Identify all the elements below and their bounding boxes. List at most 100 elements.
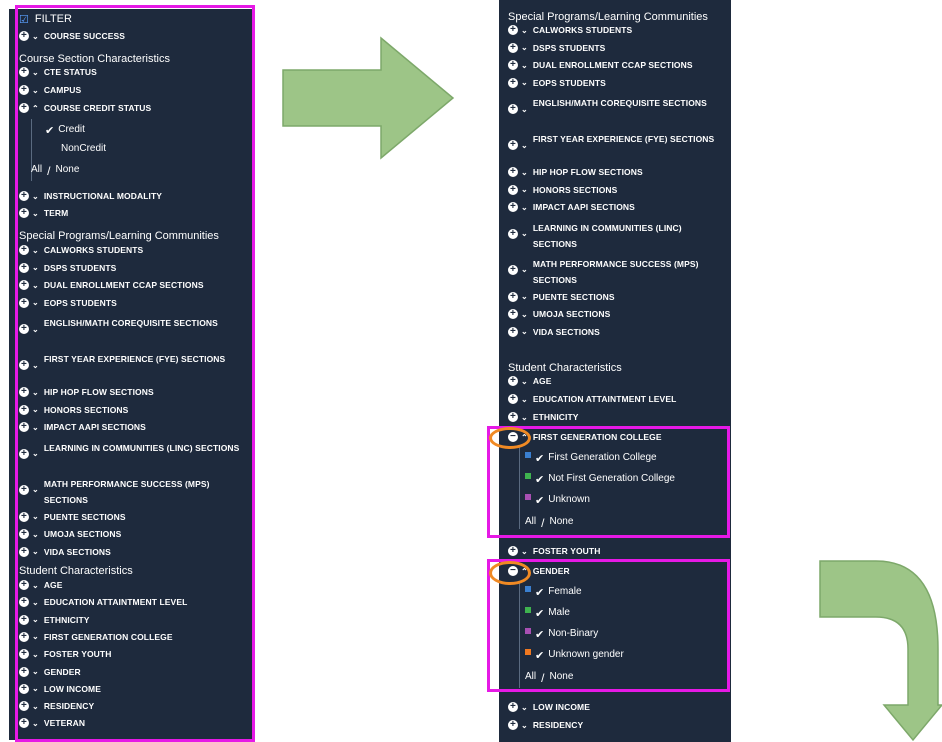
filter-header[interactable]: ☑ FILTER [19,13,253,26]
chevron-down-icon[interactable]: ⌄ [521,78,528,87]
filter-item-math-performance-success-mps-sections[interactable]: + ⌄ Math Performance Success (MPS) section… [19,476,249,508]
plus-icon[interactable]: + [508,104,518,114]
option-non-binary[interactable]: ✔ Non-Binary [525,628,731,641]
filter-item-math-performance-success-mps-sections[interactable]: + ⌄ Math Performance Success (MPS) section… [508,256,727,288]
plus-icon[interactable]: + [508,60,518,70]
filter-item-education-attaintment-level[interactable]: + ⌄ Education Attaintment Level [19,597,253,608]
chevron-down-icon[interactable]: ⌄ [521,203,528,212]
filter-item-puente-sections[interactable]: + ⌄ Puente sections [508,291,731,302]
plus-icon[interactable]: + [19,191,29,201]
filter-item-learning-in-communities-linc-sections[interactable]: + ⌄ Learning in Communities (LinC) section… [19,440,249,459]
filter-item-english-math-corequisite-sections[interactable]: + ⌄ English/Math Corequisite Sections [508,95,727,114]
plus-icon[interactable]: + [508,264,518,275]
plus-icon[interactable]: + [19,245,29,255]
plus-icon[interactable]: + [508,394,518,404]
chevron-down-icon[interactable]: ⌄ [32,325,39,334]
plus-icon[interactable]: + [19,718,29,729]
plus-icon[interactable]: + [508,546,518,556]
filter-item-vida-sections[interactable]: + ⌄ VIDA sections [508,326,731,337]
filter-item-low-income[interactable]: + ⌄ Low Income [19,683,253,694]
chevron-down-icon[interactable]: ⌄ [32,598,39,607]
filter-item-dsps-students[interactable]: + ⌄ DSPS students [508,42,731,53]
filter-item-instructional-modality[interactable]: + ⌄ Instructional Modality [19,191,253,201]
filter-item-age[interactable]: + ⌄ Age [508,376,731,386]
filter-item-residency[interactable]: + ⌄ Residency [19,701,253,712]
chevron-down-icon[interactable]: ⌄ [32,485,39,494]
plus-icon[interactable]: + [19,208,29,218]
none-link[interactable]: None [549,671,573,682]
chevron-down-icon[interactable]: ⌄ [521,327,528,336]
plus-icon[interactable]: + [508,376,518,386]
chevron-up-icon[interactable]: ⌃ [32,104,39,113]
filter-item-first-generation-college[interactable]: + ⌄ First Generation College [19,631,253,642]
chevron-down-icon[interactable]: ⌄ [521,547,528,556]
filter-item-cte-status[interactable]: + ⌄ CTE Status [19,67,253,77]
filter-item-hip-hop-flow-sections[interactable]: + ⌄ Hip Hop Flow Sections [508,167,731,177]
plus-icon[interactable]: + [19,262,29,273]
plus-icon[interactable]: + [508,326,518,337]
plus-icon[interactable]: + [19,67,29,77]
chevron-down-icon[interactable]: ⌄ [521,413,528,422]
filter-item-eops-students[interactable]: + ⌄ EOPS students [19,297,253,308]
filter-item-education[interactable]: + ⌄ Education Attaintment Level [508,394,731,404]
chevron-down-icon[interactable]: ⌄ [521,721,528,730]
filter-item-course-success[interactable]: + ⌄ Course Success [19,31,253,41]
chevron-down-icon[interactable]: ⌄ [32,615,39,624]
chevron-down-icon[interactable]: ⌄ [32,684,39,693]
none-link[interactable]: None [55,164,79,175]
option-noncredit[interactable]: NonCredit [61,143,253,154]
filter-item-honors-sections[interactable]: + ⌄ Honors sections [508,184,731,195]
plus-icon[interactable]: + [19,387,29,397]
plus-icon[interactable]: + [19,324,29,334]
chevron-down-icon[interactable]: ⌄ [521,43,528,52]
chevron-down-icon[interactable]: ⌄ [521,168,528,177]
chevron-down-icon[interactable]: ⌄ [32,702,39,711]
plus-icon[interactable]: + [19,597,29,608]
filter-item-term[interactable]: + ⌄ Term [19,208,253,218]
filter-item-calworks-students[interactable]: + ⌄ CalWORKs students [19,245,253,255]
chevron-down-icon[interactable]: ⌄ [32,650,39,659]
option-unknown-gender[interactable]: ✔ Unknown gender [525,649,731,662]
filter-item-ethnicity[interactable]: + ⌄ Ethnicity [19,614,253,625]
chevron-down-icon[interactable]: ⌄ [521,229,528,238]
filter-item-ethnicity[interactable]: + ⌄ Ethnicity [508,412,731,422]
filter-item-honors-sections[interactable]: + ⌄ Honors sections [19,404,253,415]
chevron-down-icon[interactable]: ⌄ [521,61,528,70]
plus-icon[interactable]: + [19,614,29,625]
all-link[interactable]: All [525,671,536,682]
chevron-down-icon[interactable]: ⌄ [521,26,528,35]
filter-item-foster-youth[interactable]: + ⌄ Foster Youth [508,546,731,556]
chevron-down-icon[interactable]: ⌄ [521,310,528,319]
plus-icon[interactable]: + [19,31,29,41]
filter-item-low-income[interactable]: + ⌄ Low Income [508,702,731,712]
plus-icon[interactable]: + [508,702,518,712]
chevron-down-icon[interactable]: ⌄ [32,530,39,539]
plus-icon[interactable]: + [19,103,29,113]
plus-icon[interactable]: + [19,701,29,712]
option-female[interactable]: ✔ Female [525,586,731,599]
chevron-down-icon[interactable]: ⌄ [32,192,39,201]
option-unknown[interactable]: ✔ Unknown [525,494,731,507]
filter-item-umoja-sections[interactable]: + ⌄ Umoja sections [19,529,253,539]
chevron-down-icon[interactable]: ⌄ [32,298,39,307]
plus-icon[interactable]: + [19,529,29,539]
chevron-down-icon[interactable]: ⌄ [32,423,39,432]
filter-item-dsps-students[interactable]: + ⌄ DSPS students [19,262,253,273]
chevron-down-icon[interactable]: ⌄ [521,395,528,404]
chevron-down-icon[interactable]: ⌄ [32,32,39,41]
filter-item-impact-aapi-sections[interactable]: + ⌄ IMPACT AAPI Sections [508,202,731,212]
chevron-down-icon[interactable]: ⌄ [32,667,39,676]
option-first-generation-college[interactable]: ✔ First Generation College [525,452,731,465]
filter-item-eops-students[interactable]: + ⌄ EOPS students [508,77,731,88]
plus-icon[interactable]: + [508,42,518,53]
plus-icon[interactable]: + [508,228,518,239]
plus-icon[interactable]: + [508,412,518,422]
all-link[interactable]: All [31,164,42,175]
plus-icon[interactable]: + [508,167,518,177]
chevron-down-icon[interactable]: ⌄ [32,246,39,255]
option-male[interactable]: ✔ Male [525,607,731,620]
plus-icon[interactable]: + [19,511,29,522]
chevron-down-icon[interactable]: ⌄ [32,281,39,290]
plus-icon[interactable]: + [19,666,29,677]
plus-icon[interactable]: + [19,85,29,95]
